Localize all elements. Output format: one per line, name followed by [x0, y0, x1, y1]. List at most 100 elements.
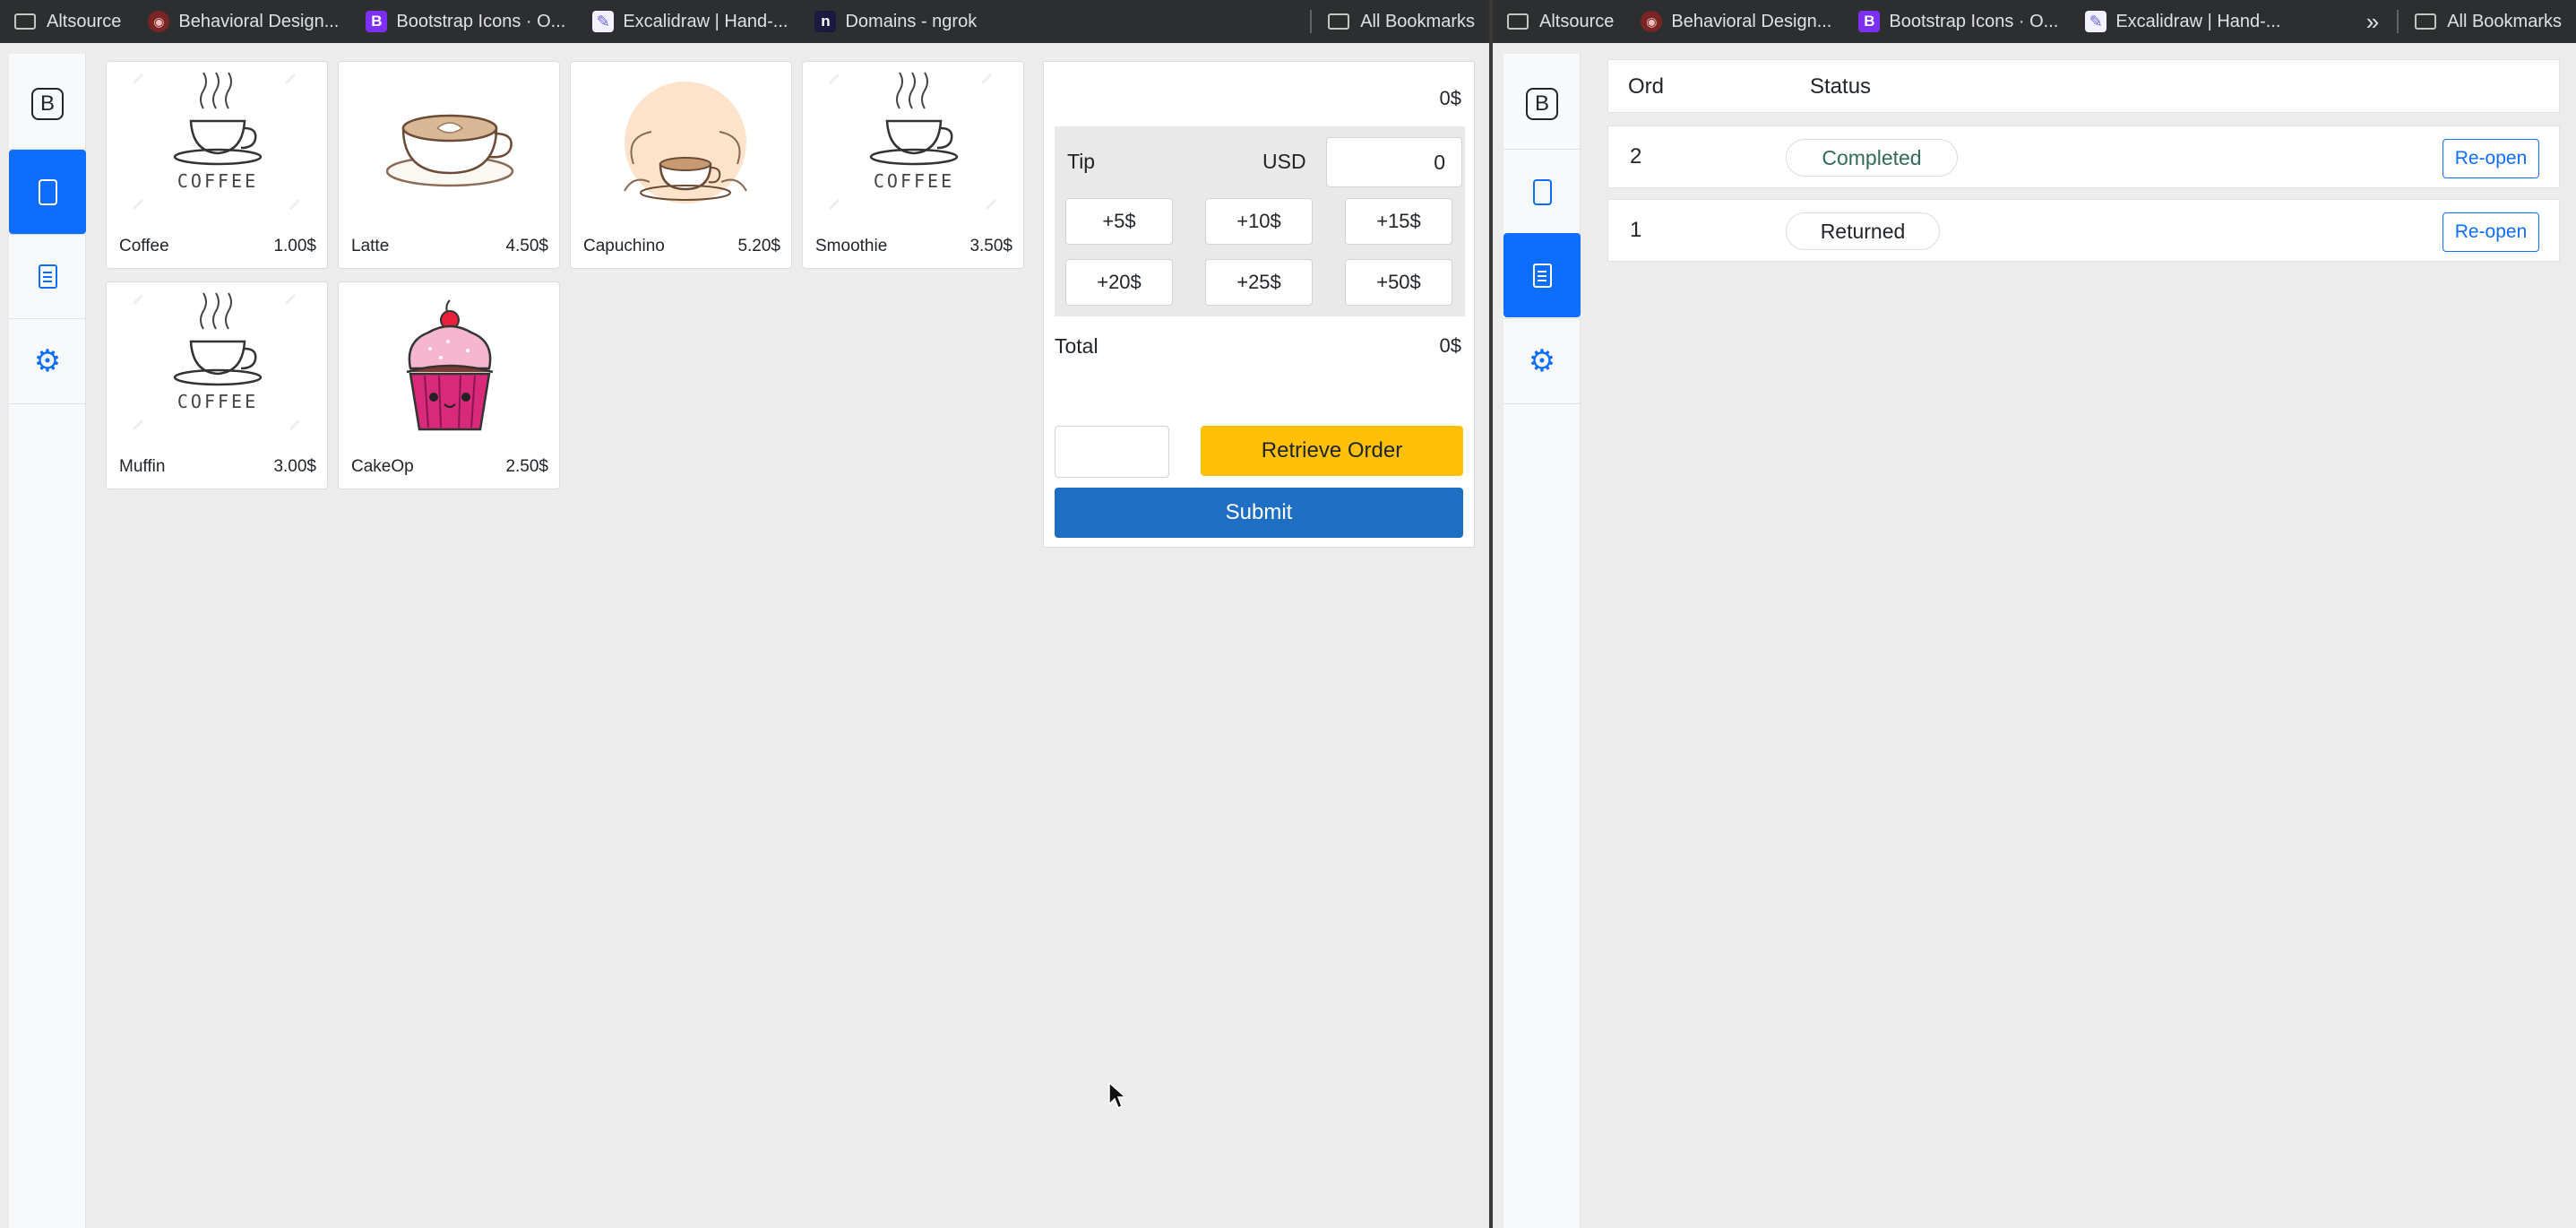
product-card-capuchino[interactable]: Capuchino 5.20$ [570, 61, 792, 269]
tip-amount-input[interactable] [1326, 137, 1462, 187]
bookmark-label: Altsource [1539, 11, 1615, 31]
sidebar: B ⚙ [1503, 54, 1581, 1228]
bookmark-bootstrap-icons[interactable]: B Bootstrap Icons · O... [1858, 11, 2058, 32]
bookmark-ngrok[interactable]: n Domains - ngrok [814, 11, 977, 32]
owl-favicon-icon: ◉ [148, 11, 170, 32]
sidebar-item-pos[interactable] [1503, 150, 1581, 234]
bookmark-label: Bootstrap Icons · O... [396, 11, 566, 31]
coffee-cup-image: COFFEE [116, 286, 320, 447]
order-id-input[interactable] [1055, 426, 1169, 478]
all-bookmarks-label: All Bookmarks [1360, 11, 1475, 31]
order-panel: 0$ Tip USD +5$ +10$ +15$ +20$ +25$ +50$ … [1043, 61, 1475, 548]
product-name: Capuchino [583, 237, 665, 255]
bookmark-altsource[interactable]: Altsource [1507, 12, 1614, 32]
product-name: Latte [351, 237, 390, 255]
bootstrap-favicon-icon: B [366, 11, 388, 32]
cupcake-image [348, 286, 552, 447]
product-price: 1.00$ [273, 237, 316, 255]
bookmarks-bar: Altsource ◉ Behavioral Design... B Boots… [0, 0, 1489, 43]
submit-button[interactable]: Submit [1055, 488, 1463, 538]
currency-label: USD [1262, 150, 1306, 173]
bookmark-excalidraw[interactable]: ✎ Excalidraw | Hand-... [592, 11, 788, 32]
folder-icon [2415, 13, 2437, 30]
all-bookmarks-button[interactable]: All Bookmarks [1328, 12, 1475, 32]
bookmark-label: Domains - ngrok [845, 11, 978, 31]
coffee-word: COFFEE [177, 170, 258, 192]
tip-5-button[interactable]: +5$ [1065, 198, 1173, 245]
sidebar-item-orders[interactable] [1503, 233, 1581, 317]
mouse-cursor-icon [1108, 1081, 1127, 1110]
bookmark-behavioral-design[interactable]: ◉ Behavioral Design... [148, 11, 339, 32]
tablet-icon [38, 178, 57, 205]
tip-15-button[interactable]: +15$ [1345, 198, 1452, 245]
bookmark-bootstrap-icons[interactable]: B Bootstrap Icons · O... [366, 11, 565, 32]
sidebar-item-settings[interactable]: ⚙ [9, 319, 86, 403]
product-price: 4.50$ [505, 237, 548, 255]
product-name: CakeOp [351, 457, 414, 476]
brand-logo-icon[interactable]: B [1526, 88, 1558, 120]
status-badge: Completed [1786, 139, 1958, 177]
product-price: 5.20$ [737, 237, 780, 255]
retrieve-order-button[interactable]: Retrieve Order [1201, 426, 1463, 476]
tip-10-button[interactable]: +10$ [1205, 198, 1313, 245]
product-price: 3.50$ [969, 237, 1012, 255]
sidebar-item-orders[interactable] [9, 234, 86, 318]
owl-favicon-icon: ◉ [1641, 11, 1663, 32]
sidebar-divider [1503, 403, 1581, 404]
folder-icon [1507, 13, 1529, 30]
document-icon [1532, 263, 1552, 288]
more-bookmarks-chevron-icon[interactable]: » [2366, 8, 2379, 36]
product-card-coffee[interactable]: COFFEE Coffee 1.00$ [106, 61, 328, 269]
tip-label: Tip [1067, 150, 1096, 173]
product-card-smoothie[interactable]: COFFEE Smoothie 3.50$ [802, 61, 1024, 269]
folder-icon [14, 13, 36, 30]
sidebar-divider [9, 403, 86, 404]
coffee-cup-image: COFFEE [116, 65, 320, 227]
tip-25-button[interactable]: +25$ [1205, 259, 1313, 306]
bookmark-label: Bootstrap Icons · O... [1889, 11, 2059, 31]
gear-icon: ⚙ [1528, 344, 1556, 378]
product-card-muffin[interactable]: COFFEE Muffin 3.00$ [106, 281, 328, 489]
total-label: Total [1055, 334, 1098, 358]
product-name: Muffin [119, 457, 166, 476]
product-name: Coffee [119, 237, 169, 255]
orders-table-header: Ord Status [1607, 59, 2560, 113]
column-header-ord: Ord [1628, 74, 1665, 99]
all-bookmarks-label: All Bookmarks [2447, 11, 2562, 31]
latte-cup-image [348, 65, 552, 227]
product-card-latte[interactable]: Latte 4.50$ [338, 61, 560, 269]
all-bookmarks-button[interactable]: All Bookmarks [2415, 12, 2562, 32]
folder-icon [1328, 13, 1350, 30]
bookmarks-separator [2397, 10, 2399, 33]
reopen-button[interactable]: Re-open [2442, 139, 2539, 178]
tip-section: Tip USD +5$ +10$ +15$ +20$ +25$ +50$ [1055, 126, 1465, 316]
product-price: 3.00$ [273, 457, 316, 476]
bookmark-label: Altsource [47, 11, 122, 31]
sidebar-item-pos[interactable] [9, 150, 86, 234]
tip-50-button[interactable]: +50$ [1345, 259, 1452, 306]
reopen-button[interactable]: Re-open [2442, 212, 2539, 252]
product-name: Smoothie [815, 237, 888, 255]
bookmark-label: Behavioral Design... [178, 11, 340, 31]
bookmark-excalidraw[interactable]: ✎ Excalidraw | Hand-... [2085, 11, 2280, 32]
bookmark-label: Excalidraw | Hand-... [2115, 11, 2281, 31]
order-id: 2 [1630, 144, 1642, 169]
bookmark-altsource[interactable]: Altsource [14, 12, 121, 32]
sidebar: B ⚙ [9, 54, 86, 1228]
bookmark-label: Excalidraw | Hand-... [623, 11, 788, 31]
table-row: 2 Completed Re-open [1607, 125, 2560, 188]
orders-window: Altsource ◉ Behavioral Design... B Boots… [1493, 0, 2576, 1228]
coffee-cup-image: COFFEE [812, 65, 1016, 227]
bookmarks-separator [1310, 10, 1313, 33]
bookmarks-bar: Altsource ◉ Behavioral Design... B Boots… [1493, 0, 2576, 43]
excalidraw-favicon-icon: ✎ [2085, 11, 2107, 32]
tip-20-button[interactable]: +20$ [1065, 259, 1173, 306]
bookmark-label: Behavioral Design... [1671, 11, 1832, 31]
brand-logo-icon[interactable]: B [31, 88, 64, 120]
sidebar-item-settings[interactable]: ⚙ [1503, 319, 1581, 403]
bookmark-behavioral-design[interactable]: ◉ Behavioral Design... [1641, 11, 1831, 32]
tablet-icon [1532, 178, 1552, 205]
excalidraw-favicon-icon: ✎ [592, 11, 615, 32]
order-subtotal: 0$ [1439, 87, 1461, 109]
product-card-cakeop[interactable]: CakeOp 2.50$ [338, 281, 560, 489]
